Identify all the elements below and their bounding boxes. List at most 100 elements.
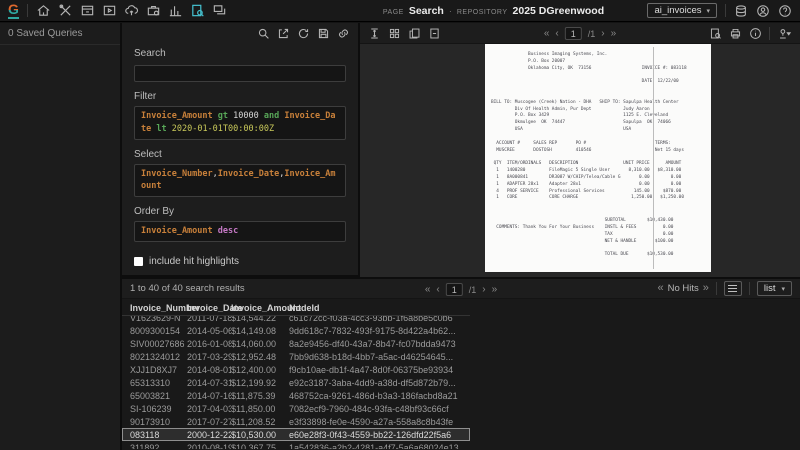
jobs-icon[interactable]: [146, 3, 161, 18]
table-cell: 2017-07-27: [187, 416, 231, 427]
orderby-input[interactable]: Invoice_Amount desc: [134, 221, 346, 242]
refresh-icon[interactable]: [297, 27, 310, 40]
view-mode-select[interactable]: list ▾: [756, 281, 792, 296]
reports-icon[interactable]: [168, 3, 183, 18]
table-row[interactable]: 8009300154 2014-05-06 $14,149.08 9dd618c7-7…: [122, 324, 470, 337]
stamp-icon[interactable]: [777, 27, 792, 40]
table-row[interactable]: V1623629-N 2011-07-18 $14,544.22 c61c72cc-f…: [122, 316, 470, 324]
table-cell: $11,875.39: [231, 390, 276, 401]
table-cell: 7bb9d638-b18d-4bb7-a5ac-d46254645...: [289, 351, 454, 362]
batch-portal-icon[interactable]: [102, 3, 117, 18]
results-summary: 1 to 40 of 40 search results: [130, 283, 245, 294]
archive-icon[interactable]: [80, 3, 95, 18]
first-results-page-button[interactable]: «: [425, 284, 431, 295]
query-form: Search Filter Invoice_Amount gt 10000 an…: [122, 44, 358, 267]
viewer-page-total: /1: [587, 28, 596, 39]
table-row[interactable]: 311892 2010-08-19 $10,367.75 1a542836-a2b2-…: [122, 441, 470, 450]
account-icon[interactable]: [756, 4, 770, 18]
search-page-icon[interactable]: [190, 3, 205, 18]
results-page-input[interactable]: 1: [445, 283, 463, 296]
archive-select[interactable]: ai_invoices ▾: [647, 3, 717, 18]
query-token: desc: [217, 226, 239, 236]
results-toolbar-right: « No Hits » list ▾: [657, 281, 792, 296]
search-input[interactable]: [134, 65, 346, 82]
cloud-upload-icon[interactable]: [124, 3, 139, 18]
help-icon[interactable]: [778, 4, 792, 18]
first-page-button[interactable]: «: [544, 28, 550, 39]
table-cell: 2016-01-08: [187, 338, 231, 349]
last-page-button[interactable]: »: [611, 28, 617, 39]
page-collapse-icon[interactable]: [428, 27, 441, 40]
previous-results-page-button[interactable]: ‹: [436, 284, 439, 295]
results-header-row: Invoice_Number Invoice_Date Invoice_Amount…: [122, 301, 470, 316]
divider: [748, 282, 750, 295]
repository-label: REPOSITORY: [456, 8, 508, 16]
table-row[interactable]: 8021324012 2017-03-29 $12,952.48 7bb9d638-b…: [122, 350, 470, 363]
previous-page-button[interactable]: ‹: [555, 28, 558, 39]
table-cell: XJJ1D8XJ7: [130, 364, 178, 375]
table-cell: 2017-03-29: [187, 351, 231, 362]
table-cell: 9dd618c7-7832-493f-9175-8d422a4b62...: [289, 325, 456, 336]
fit-height-icon[interactable]: [368, 27, 381, 40]
last-results-page-button[interactable]: »: [492, 284, 498, 295]
next-results-page-button[interactable]: ›: [482, 284, 485, 295]
tools-icon[interactable]: [58, 3, 73, 18]
home-icon[interactable]: [36, 3, 51, 18]
filter-input[interactable]: Invoice_Amount gt 10000 and Invoice_Date…: [134, 106, 346, 140]
results-toolbar: 1 to 40 of 40 search results « ‹ 1 /1 › …: [122, 279, 800, 299]
column-header[interactable]: NodeId: [289, 303, 470, 313]
query-token: Invoice_Amount: [141, 111, 213, 121]
column-header[interactable]: Invoice_Number: [130, 303, 200, 313]
query-token: gt: [212, 111, 234, 121]
include-hit-highlights-checkbox[interactable]: [134, 256, 143, 266]
run-search-icon[interactable]: [257, 27, 270, 40]
table-row[interactable]: 90173910 2017-07-27 $11,208.52 e3f33898-fe0…: [122, 415, 470, 428]
table-row[interactable]: XJJ1D8XJ7 2014-08-01 $12,400.00 f9cb10ae-db…: [122, 363, 470, 376]
query-toolbar: [122, 23, 358, 44]
table-cell: 2014-07-16: [187, 390, 231, 401]
database-icon[interactable]: [734, 4, 748, 18]
menu-icon[interactable]: [723, 281, 742, 296]
table-cell: $10,530.00: [231, 429, 277, 440]
table-row[interactable]: 65313310 2014-07-31 $12,199.92 e92c3187-3ab…: [122, 376, 470, 389]
table-row[interactable]: SIV00027686 2016-01-08 $14,060.00 8a2e9456-…: [122, 337, 470, 350]
next-hit-button[interactable]: »: [703, 283, 709, 294]
select-input[interactable]: Invoice_Number,Invoice_Date,Invoice_Amou…: [134, 163, 346, 197]
table-row[interactable]: 65003821 2014-07-16 $11,875.39 468752ca-926…: [122, 389, 470, 402]
orderby-label: Order By: [134, 206, 175, 217]
column-header[interactable]: Invoice_Date: [187, 303, 243, 313]
viewer-toolbar-right: [709, 26, 792, 40]
next-page-button[interactable]: ›: [601, 28, 604, 39]
table-cell: 65313310: [130, 377, 171, 388]
results-table: V1623629-N 2011-07-18 $14,544.22 c61c72cc-f…: [122, 316, 470, 449]
chevron-down-icon: ▾: [781, 285, 785, 293]
table-cell: 8a2e9456-df40-43a7-8b47-fc07bdda9473: [289, 338, 456, 349]
table-cell: 083118: [130, 429, 160, 440]
table-cell: 7082ecf9-7960-484c-93fa-c48bf93c66cf: [289, 403, 449, 414]
print-icon[interactable]: [729, 27, 742, 40]
table-row[interactable]: SI-106239 2017-04-03 $11,850.00 7082ecf9-79…: [122, 402, 470, 415]
table-cell: $10,367.75: [231, 442, 277, 450]
search-results-panel: 1 to 40 of 40 search results « ‹ 1 /1 › …: [122, 277, 800, 450]
previous-hit-button[interactable]: «: [657, 283, 663, 294]
query-token: Invoice_Date: [217, 168, 280, 179]
table-cell: $12,952.48: [231, 351, 277, 362]
column-header[interactable]: Invoice_Amount: [231, 303, 301, 313]
app-logo: G: [8, 1, 19, 19]
info-icon[interactable]: [749, 27, 762, 40]
pages-icon[interactable]: [408, 27, 421, 40]
hit-highlights-row: include hit highlights: [134, 256, 346, 267]
table-cell: e92c3187-3aba-4dd9-a38d-df5d872b79...: [289, 377, 456, 388]
document-search-icon[interactable]: [709, 27, 722, 40]
viewer-page-input[interactable]: 1: [564, 27, 582, 40]
table-cell: 90173910: [130, 416, 171, 427]
save-query-icon[interactable]: [317, 27, 330, 40]
breadcrumb-separator: ·: [448, 5, 452, 16]
messages-icon[interactable]: [212, 3, 227, 18]
no-hits-label: No Hits: [667, 283, 699, 294]
export-icon[interactable]: [277, 27, 290, 40]
copy-link-icon[interactable]: [337, 27, 350, 40]
table-row[interactable]: 083118 2000-12-22 $10,530.00 e60e28f3-0f43-…: [122, 428, 470, 441]
table-cell: SI-106239: [130, 403, 172, 414]
thumbnails-icon[interactable]: [388, 27, 401, 40]
